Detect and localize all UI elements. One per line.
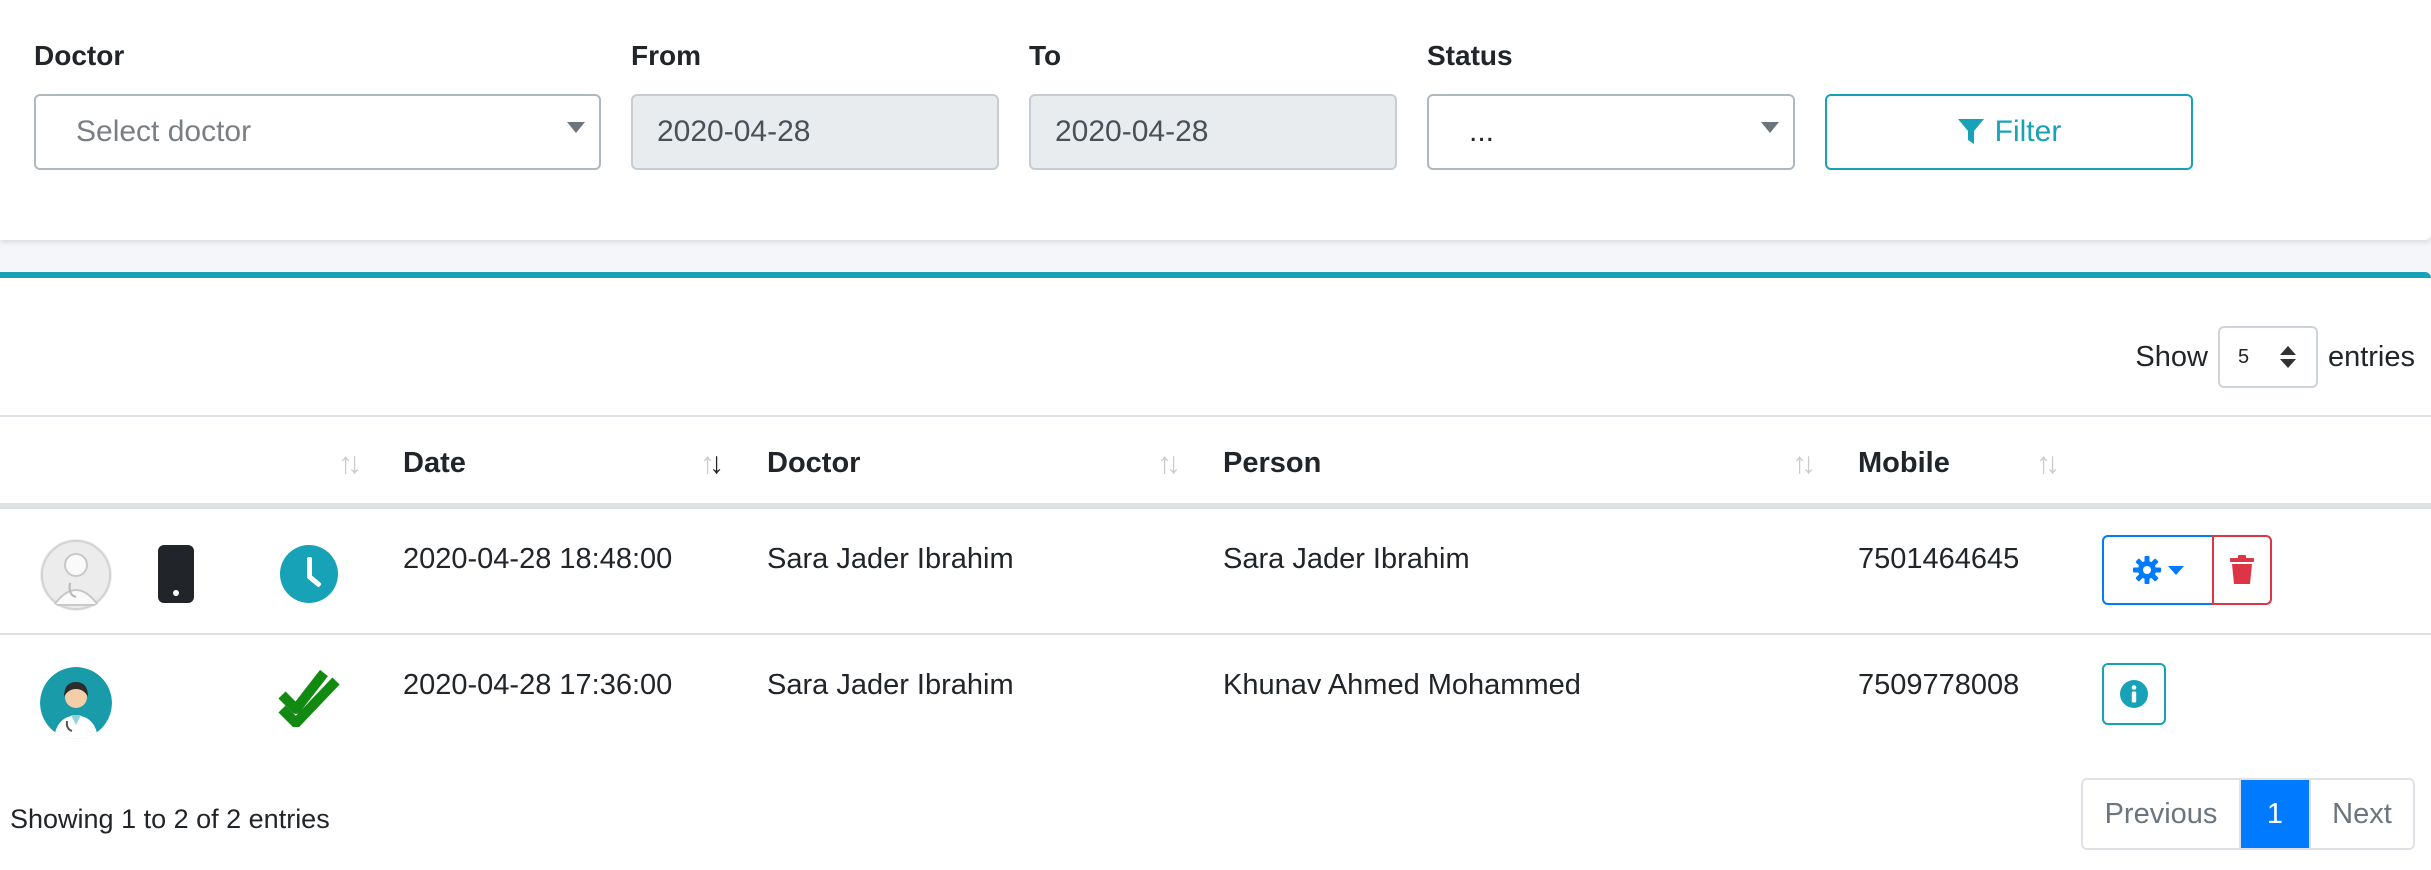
sort-icon[interactable]: ↑↓ — [1792, 447, 1816, 481]
trash-icon — [2230, 555, 2254, 584]
to-label: To — [1029, 40, 1062, 71]
sort-desc-icon[interactable]: ↑↓ — [700, 447, 724, 481]
status-label: Status — [1427, 40, 1513, 71]
from-label: From — [631, 40, 701, 71]
sort-icon[interactable]: ↑↓ — [338, 447, 362, 481]
clock-icon — [280, 545, 338, 603]
chevron-down-icon — [2168, 565, 2184, 575]
person-cell: Khunav Ahmed Mohammed — [1223, 669, 1581, 701]
sort-icon[interactable]: ↑↓ — [2036, 447, 2060, 481]
spinner-arrows-icon — [2279, 346, 2296, 368]
sort-icon[interactable]: ↑↓ — [1157, 447, 1181, 481]
info-icon — [2120, 680, 2148, 708]
previous-page-button[interactable]: Previous — [2083, 780, 2241, 848]
from-date-input[interactable]: 2020-04-28 — [631, 94, 999, 170]
row-actions-dropdown-button[interactable] — [2102, 535, 2214, 605]
from-date-value: 2020-04-28 — [657, 115, 811, 148]
filter-icon — [1957, 119, 1984, 144]
mobile-cell: 7501464645 — [1858, 543, 2020, 575]
status-select-value: ... — [1469, 115, 1495, 148]
info-button[interactable] — [2102, 663, 2166, 725]
table-header: ↑↓ Date ↑↓ Doctor ↑↓ Person ↑↓ Mobile ↑↓ — [0, 415, 2431, 509]
table-info: Showing 1 to 2 of 2 entries — [10, 804, 330, 834]
entries-length-select[interactable]: 5 — [2217, 326, 2318, 388]
double-check-icon — [278, 665, 340, 732]
column-header-person[interactable]: Person — [1223, 447, 1321, 480]
next-page-button[interactable]: Next — [2309, 780, 2413, 848]
doctor-select-placeholder: Select doctor — [76, 115, 252, 148]
doctor-cell: Sara Jader Ibrahim — [767, 543, 1014, 575]
person-cell: Sara Jader Ibrahim — [1223, 543, 1470, 575]
filter-button-label: Filter — [1994, 115, 2062, 148]
date-cell: 2020-04-28 18:48:00 — [403, 543, 673, 575]
length-control: Show 5 entries — [2135, 326, 2415, 388]
doctor-label: Doctor — [34, 40, 125, 71]
column-header-doctor[interactable]: Doctor — [767, 447, 860, 480]
column-header-mobile[interactable]: Mobile — [1858, 447, 1950, 480]
doctor-avatar-icon — [40, 539, 112, 611]
show-label: Show — [2135, 340, 2208, 373]
entries-length-value: 5 — [2237, 345, 2250, 368]
gear-icon — [2133, 556, 2161, 584]
entries-label: entries — [2327, 340, 2415, 373]
appointments-card: Show 5 entries ↑↓ Date ↑↓ Doctor ↑↓ Pers… — [0, 272, 2431, 870]
filter-panel: Doctor Select doctor From 2020-04-28 To … — [0, 0, 2431, 240]
date-cell: 2020-04-28 17:36:00 — [403, 669, 673, 701]
doctor-select[interactable]: Select doctor — [34, 94, 601, 170]
page-1-button[interactable]: 1 — [2241, 780, 2309, 848]
mobile-phone-icon — [158, 545, 194, 603]
table-row: 2020-04-28 18:48:00 Sara Jader Ibrahim S… — [0, 509, 2431, 635]
doctor-avatar-icon — [40, 667, 112, 739]
column-header-date[interactable]: Date — [403, 447, 466, 480]
filter-button[interactable]: Filter — [1825, 94, 2193, 170]
mobile-cell: 7509778008 — [1858, 669, 2020, 701]
table-row: 2020-04-28 17:36:00 Sara Jader Ibrahim K… — [0, 635, 2431, 759]
to-date-value: 2020-04-28 — [1055, 115, 1209, 148]
chevron-down-icon — [567, 122, 585, 133]
doctor-cell: Sara Jader Ibrahim — [767, 669, 1014, 701]
status-select[interactable]: ... — [1427, 94, 1795, 170]
chevron-down-icon — [1761, 122, 1779, 133]
to-date-input[interactable]: 2020-04-28 — [1029, 94, 1397, 170]
pagination: Previous 1 Next — [2081, 778, 2415, 850]
delete-button[interactable] — [2212, 535, 2272, 605]
